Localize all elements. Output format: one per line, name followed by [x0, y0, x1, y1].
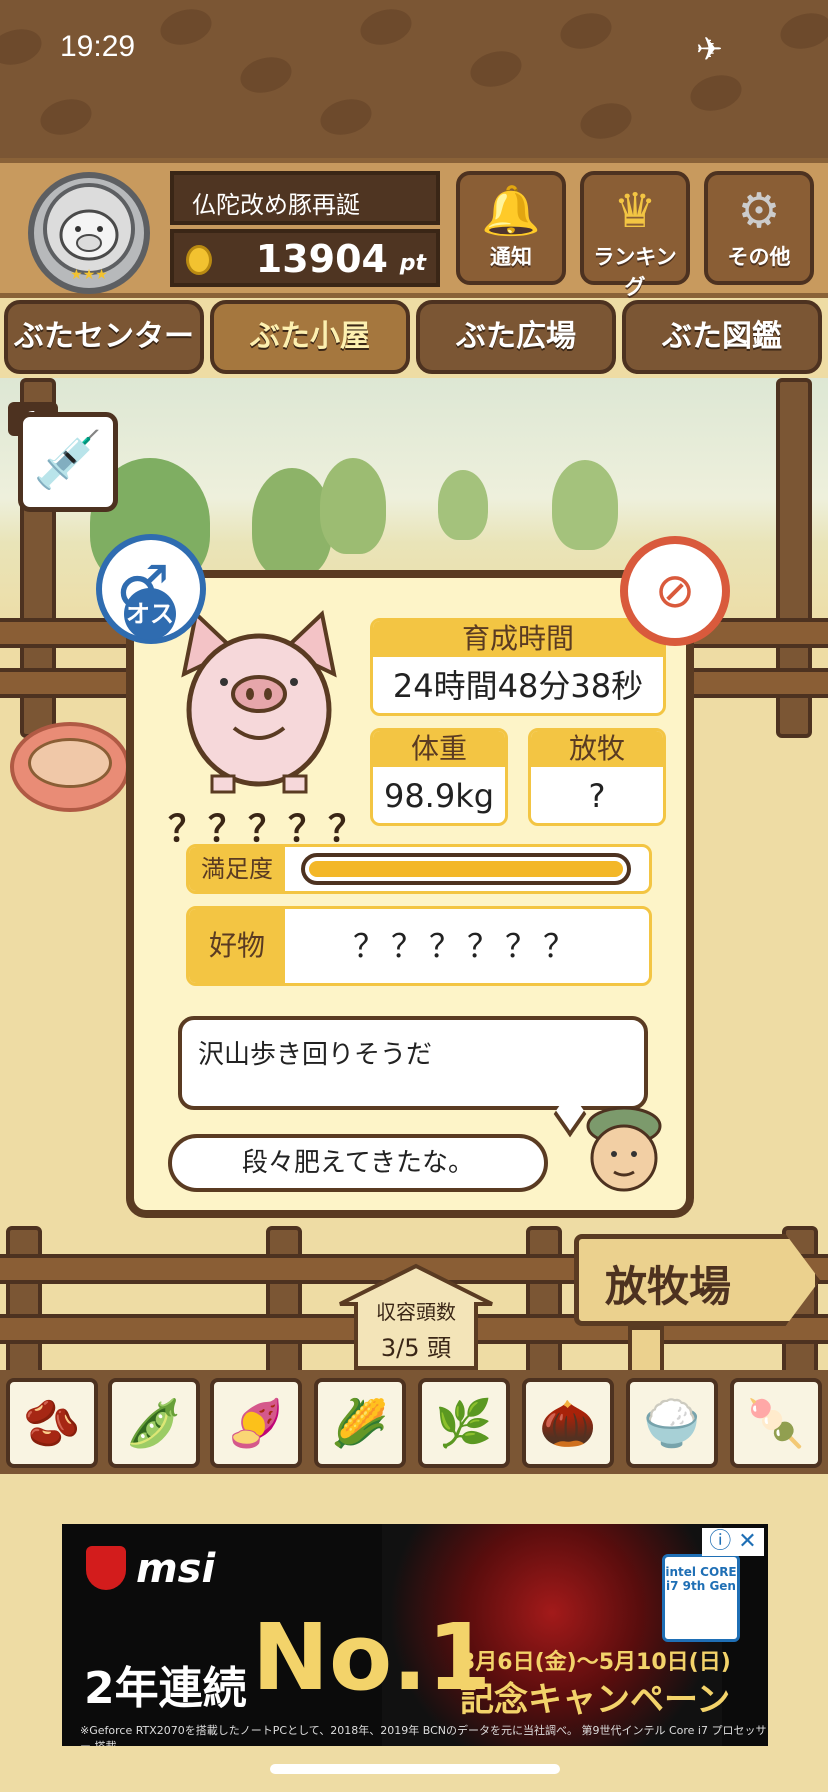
favorite-label: 好物: [189, 909, 285, 983]
food-item-herb-berries[interactable]: 🌿: [418, 1378, 510, 1468]
sweet-potato-icon: 🍠: [227, 1396, 285, 1450]
favorite-food-stat: 好物 ？？？？？？: [186, 906, 652, 986]
grazing-label: 放牧: [531, 731, 663, 767]
points-value: 13904: [255, 237, 388, 281]
tree: [438, 470, 488, 540]
food-item-sweet-potato[interactable]: 🍠: [210, 1378, 302, 1468]
ad-fine-print: ※Geforce RTX2070を搭載したノートPCとして、2018年、2019…: [80, 1724, 767, 1746]
satisfaction-bar: [301, 853, 631, 885]
syringe-item-button[interactable]: 💉: [18, 412, 118, 512]
food-item-meatball-plate[interactable]: 🍡: [730, 1378, 822, 1468]
status-bar: 19:29 ✈: [0, 0, 828, 100]
ad-banner[interactable]: msi 2年連続 No.1 3月6日(金)～5月10日(日) 記念キャンペーン …: [62, 1524, 768, 1746]
ranking-label: ランキング: [593, 245, 677, 299]
raising-time-label: 育成時間: [373, 621, 663, 657]
points-unit: pt: [399, 251, 426, 276]
fence-post: [526, 1226, 562, 1376]
farmer-avatar: [586, 1106, 662, 1192]
coin-icon: [186, 245, 212, 275]
no-injection-icon: ⊘: [620, 536, 730, 646]
raising-time-stat: 育成時間 24時間48分38秒: [370, 618, 666, 716]
points-display: 13904 pt: [170, 229, 440, 287]
gear-icon: ⚙: [737, 183, 781, 239]
main-tabs: ぶたセンター ぶた小屋 ぶた広場 ぶた図鑑: [0, 300, 828, 378]
food-bar: 🫘 🫛 🍠 🌽 🌿 🌰 🍚 🍡: [0, 1370, 828, 1474]
tab-buta-center[interactable]: ぶたセンター: [4, 300, 204, 374]
capacity-sign: 収容頭数 3/5 頭: [336, 1262, 496, 1372]
mixed-beans-icon: 🫛: [125, 1396, 183, 1450]
grazing-value: ?: [588, 777, 606, 815]
food-item-acorn[interactable]: 🌰: [522, 1378, 614, 1468]
tree: [320, 458, 386, 554]
weight-label: 体重: [373, 731, 505, 767]
gender-badge: ♂ オス: [96, 534, 206, 644]
farmer-speech-bubble: 段々肥えてきたな。: [168, 1134, 548, 1192]
pig-status-card: ？？？？？ 育成時間 24時間48分38秒 体重 98.9kg 放牧 ? 満足度…: [126, 570, 694, 1218]
bell-icon: 🔔: [481, 183, 541, 239]
ad-campaign: 記念キャンペーン: [460, 1680, 731, 1720]
pasture-sign-button[interactable]: 放牧場: [574, 1234, 820, 1326]
msi-logo-icon: [86, 1546, 126, 1590]
home-indicator[interactable]: [270, 1764, 560, 1774]
acorn-icon: 🌰: [539, 1396, 597, 1450]
meatball-plate-icon: 🍡: [747, 1396, 805, 1450]
food-item-corn[interactable]: 🌽: [314, 1378, 406, 1468]
player-avatar[interactable]: ★★★: [22, 171, 156, 295]
header: ★★★ 仏陀改め豚再誕 13904 pt 🔔 通知 ♛ ランキング ⚙ その他: [0, 158, 828, 299]
status-time: 19:29: [60, 30, 136, 63]
gender-label: オス: [124, 588, 176, 640]
tab-buta-hiroba[interactable]: ぶた広場: [416, 300, 616, 374]
corn-icon: 🌽: [331, 1396, 389, 1450]
pig-image[interactable]: [174, 604, 344, 794]
other-label: その他: [727, 245, 791, 269]
capacity-value: 3/5 頭: [380, 1334, 452, 1362]
grazing-stat: 放牧 ?: [528, 728, 666, 826]
pig-speech-bubble: 沢山歩き回りそうだ: [178, 1016, 648, 1110]
crown-icon: ♛: [613, 183, 657, 239]
tree: [552, 460, 618, 550]
grain-plate-icon: 🍚: [643, 1396, 701, 1450]
favorite-value: ？？？？？？: [352, 927, 581, 965]
syringe-icon: 💉: [33, 428, 103, 493]
bean-pattern: [36, 93, 96, 141]
fence-post: [266, 1226, 302, 1376]
ad-close-icon[interactable]: ⓘ ✕: [702, 1528, 764, 1556]
bean-pattern: [576, 97, 636, 145]
weight-stat: 体重 98.9kg: [370, 728, 508, 826]
tab-buta-zukan[interactable]: ぶた図鑑: [622, 300, 822, 374]
food-item-mixed-beans[interactable]: 🫛: [108, 1378, 200, 1468]
satisfaction-stat: 満足度: [186, 844, 652, 894]
soybeans-icon: 🫘: [23, 1396, 81, 1450]
capacity-label: 収容頭数: [376, 1300, 456, 1324]
ad-brand: msi: [136, 1546, 216, 1592]
player-name: 仏陀改め豚再誕: [170, 171, 440, 225]
food-bowl: [10, 722, 130, 812]
intel-badge: intel CORE i7 9th Gen: [662, 1554, 740, 1642]
tab-buta-koya[interactable]: ぶた小屋: [210, 300, 410, 374]
ad-years: 2年連続: [84, 1663, 247, 1714]
satisfaction-bar-fill: [309, 861, 623, 877]
raising-time-value: 24時間48分38秒: [392, 667, 644, 705]
herb-berries-icon: 🌿: [435, 1396, 493, 1450]
food-item-soybeans[interactable]: 🫘: [6, 1378, 98, 1468]
satisfaction-label: 満足度: [189, 847, 285, 891]
ad-rank: No.1: [252, 1604, 492, 1711]
food-item-grain-plate[interactable]: 🍚: [626, 1378, 718, 1468]
svg-text:★★★: ★★★: [70, 267, 108, 283]
weight-value: 98.9kg: [383, 777, 495, 815]
bean-pattern: [316, 93, 376, 141]
other-button[interactable]: ⚙ その他: [704, 171, 814, 285]
ranking-button[interactable]: ♛ ランキング: [580, 171, 690, 299]
notification-button[interactable]: 🔔 通知: [456, 171, 566, 285]
airplane-icon: ✈: [696, 30, 723, 68]
notification-label: 通知: [490, 245, 532, 269]
fence-post: [6, 1226, 42, 1376]
